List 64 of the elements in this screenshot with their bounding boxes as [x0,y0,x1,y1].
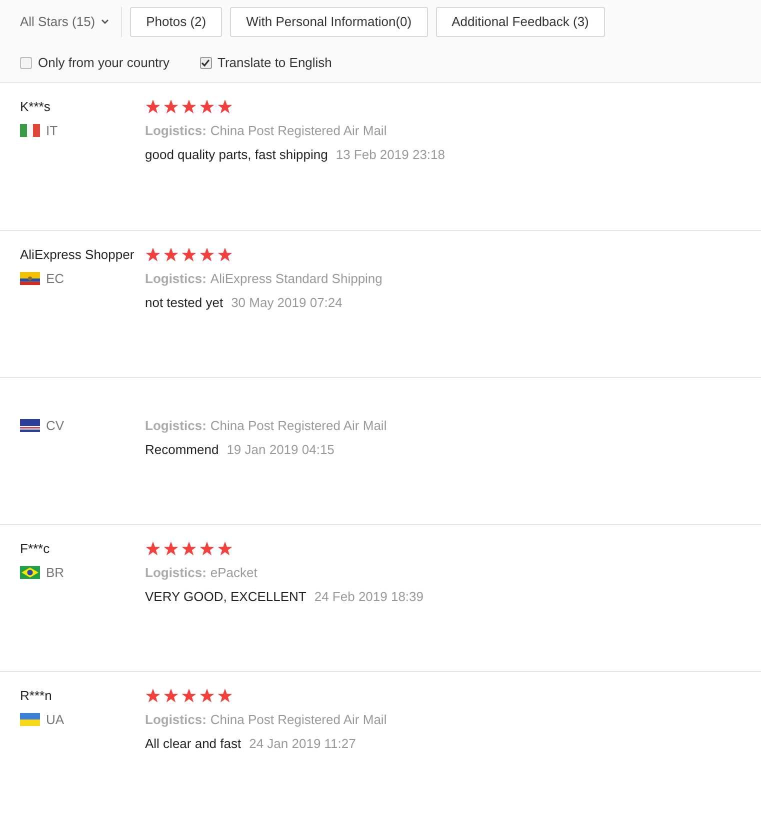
star-icon [145,98,161,114]
review-text: All clear and fast [145,735,242,753]
reviewer-name: AliExpress Shopper [20,247,134,262]
review-date: 24 Feb 2019 18:39 [314,588,424,606]
star-icon [217,540,233,556]
country-code: CV [46,417,64,435]
flag-icon [20,713,40,726]
review-text: good quality parts, fast shipping [145,146,328,164]
review-date: 24 Jan 2019 11:27 [249,735,356,753]
logistics-label: Logistics: [145,122,206,139]
star-icon [199,688,215,702]
review-date: 19 Jan 2019 04:15 [226,441,334,459]
logistics-method: ePacket [210,564,258,581]
star-icon [181,688,197,702]
flag-icon [20,419,40,432]
country-code: IT [46,122,58,140]
logistics-label: Logistics: [145,417,206,434]
logistics-label: Logistics: [145,711,206,728]
logistics-method: China Post Registered Air Mail [210,711,387,728]
filter-button[interactable]: Photos (2) [130,7,222,37]
logistics-label: Logistics: [145,564,206,581]
chevron-down-icon [101,19,110,25]
country-code: EC [46,270,64,288]
logistics-method: China Post Registered Air Mail [210,417,387,434]
star-icon [163,540,179,556]
logistics-label: Logistics: [145,270,206,287]
country-code: BR [46,564,64,582]
star-icon [145,540,161,556]
option-label: Only from your country [38,54,170,72]
checkbox[interactable] [200,57,212,69]
star-icon [145,688,161,702]
review-date: 30 May 2019 07:24 [231,294,342,312]
star-icon [181,98,197,114]
filter-button[interactable]: With Personal Information(0) [230,7,428,37]
review-text: not tested yet [145,294,224,312]
flag-icon [20,566,40,580]
star-icon [181,246,197,262]
review-date: 13 Feb 2019 23:18 [336,146,445,164]
star-icon [217,98,233,114]
star-icon [163,688,179,702]
star-icon [145,246,161,262]
flag-icon [20,272,40,286]
star-icon [163,246,179,262]
option-label: Translate to English [218,54,332,72]
filter-button[interactable]: Additional Feedback (3) [436,7,605,37]
star-icon [217,246,233,262]
star-icon [199,540,215,556]
logistics-method: AliExpress Standard Shipping [210,270,382,287]
star-icon [199,98,215,114]
flag-icon [20,124,40,138]
checkbox[interactable] [20,57,32,69]
star-icon [217,688,233,702]
logistics-method: China Post Registered Air Mail [210,122,387,139]
review-text: VERY GOOD, EXCELLENT [145,588,306,606]
country-code: UA [46,711,64,729]
checkmark-icon [201,59,210,67]
review-text: Recommend [145,441,219,459]
star-icon [163,98,179,114]
star-icon [181,540,197,556]
reviewer-name: F***c [20,541,50,556]
stars-dropdown[interactable]: All Stars (15) [12,7,122,37]
reviewer-name: K***s [20,99,50,114]
reviewer-name: R***n [20,688,52,703]
star-icon [199,246,215,262]
